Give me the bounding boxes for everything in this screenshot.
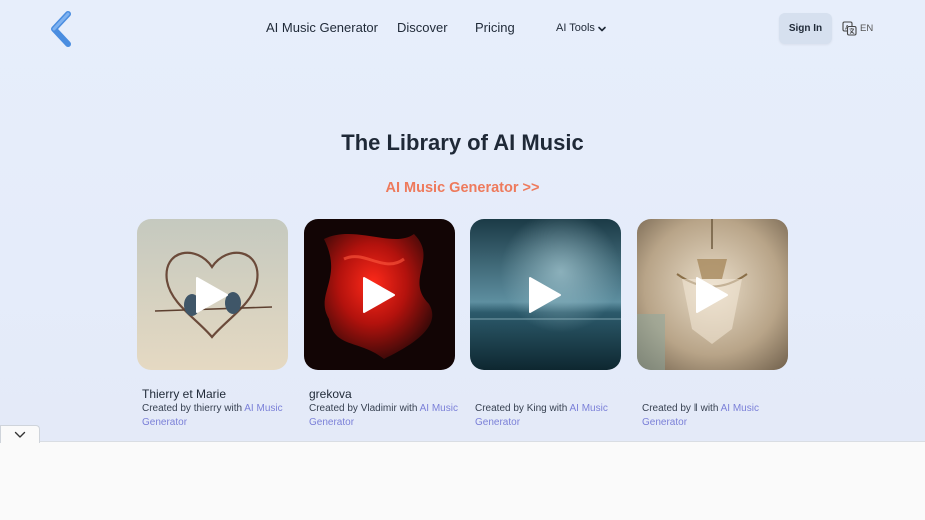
chevron-down-icon bbox=[14, 431, 26, 438]
chevron-down-icon[interactable] bbox=[597, 24, 607, 34]
card-title[interactable]: grekova bbox=[309, 387, 352, 401]
language-code: EN bbox=[860, 22, 874, 34]
credit-text: Created by King with bbox=[475, 403, 570, 414]
card-cover-image[interactable] bbox=[304, 219, 455, 370]
page-title: The Library of AI Music bbox=[341, 130, 584, 155]
card-credit: Created by Vladimir with AI Music Genera… bbox=[309, 402, 459, 430]
music-card[interactable]: grekova Created by Vladimir with AI Musi… bbox=[304, 219, 458, 428]
card-credit: Created by King with AI Music Generator bbox=[475, 402, 625, 430]
nav-discover[interactable]: Discover bbox=[397, 20, 448, 35]
music-card[interactable]: Created by King with AI Music Generator bbox=[470, 219, 622, 428]
play-icon[interactable] bbox=[695, 276, 729, 314]
card-cover-image[interactable] bbox=[637, 219, 788, 370]
credit-text: Created by thierry with bbox=[142, 403, 245, 414]
card-cover-image[interactable] bbox=[470, 219, 621, 370]
language-switch[interactable]: A EN bbox=[842, 20, 873, 36]
music-card[interactable]: Thierry et Marie Created by thierry with… bbox=[137, 219, 289, 428]
play-icon[interactable] bbox=[528, 276, 562, 314]
play-icon[interactable] bbox=[362, 276, 396, 314]
card-cover-image[interactable] bbox=[137, 219, 288, 370]
bottom-panel bbox=[0, 441, 925, 520]
music-card[interactable]: Created by ‖ with AI Music Generator bbox=[637, 219, 789, 428]
play-icon[interactable] bbox=[195, 276, 229, 314]
collapse-toggle[interactable] bbox=[0, 425, 40, 443]
card-title[interactable]: Thierry et Marie bbox=[142, 387, 226, 401]
credit-text: Created by Vladimir with bbox=[309, 403, 420, 414]
card-credit: Created by ‖ with AI Music Generator bbox=[642, 402, 792, 430]
nav-ai-music-generator[interactable]: AI Music Generator bbox=[266, 20, 378, 35]
card-credit: Created by thierry with AI Music Generat… bbox=[142, 402, 292, 430]
generator-link[interactable]: AI Music Generator >> bbox=[0, 180, 925, 196]
page-background: AI Music Generator Discover Pricing AI T… bbox=[0, 0, 925, 442]
credit-text: Created by ‖ with bbox=[642, 403, 721, 414]
translate-icon: A bbox=[842, 20, 857, 36]
nav-pricing[interactable]: Pricing bbox=[475, 20, 515, 35]
nav-ai-tools[interactable]: AI Tools bbox=[556, 22, 595, 34]
sign-in-button[interactable]: Sign In bbox=[779, 13, 832, 44]
